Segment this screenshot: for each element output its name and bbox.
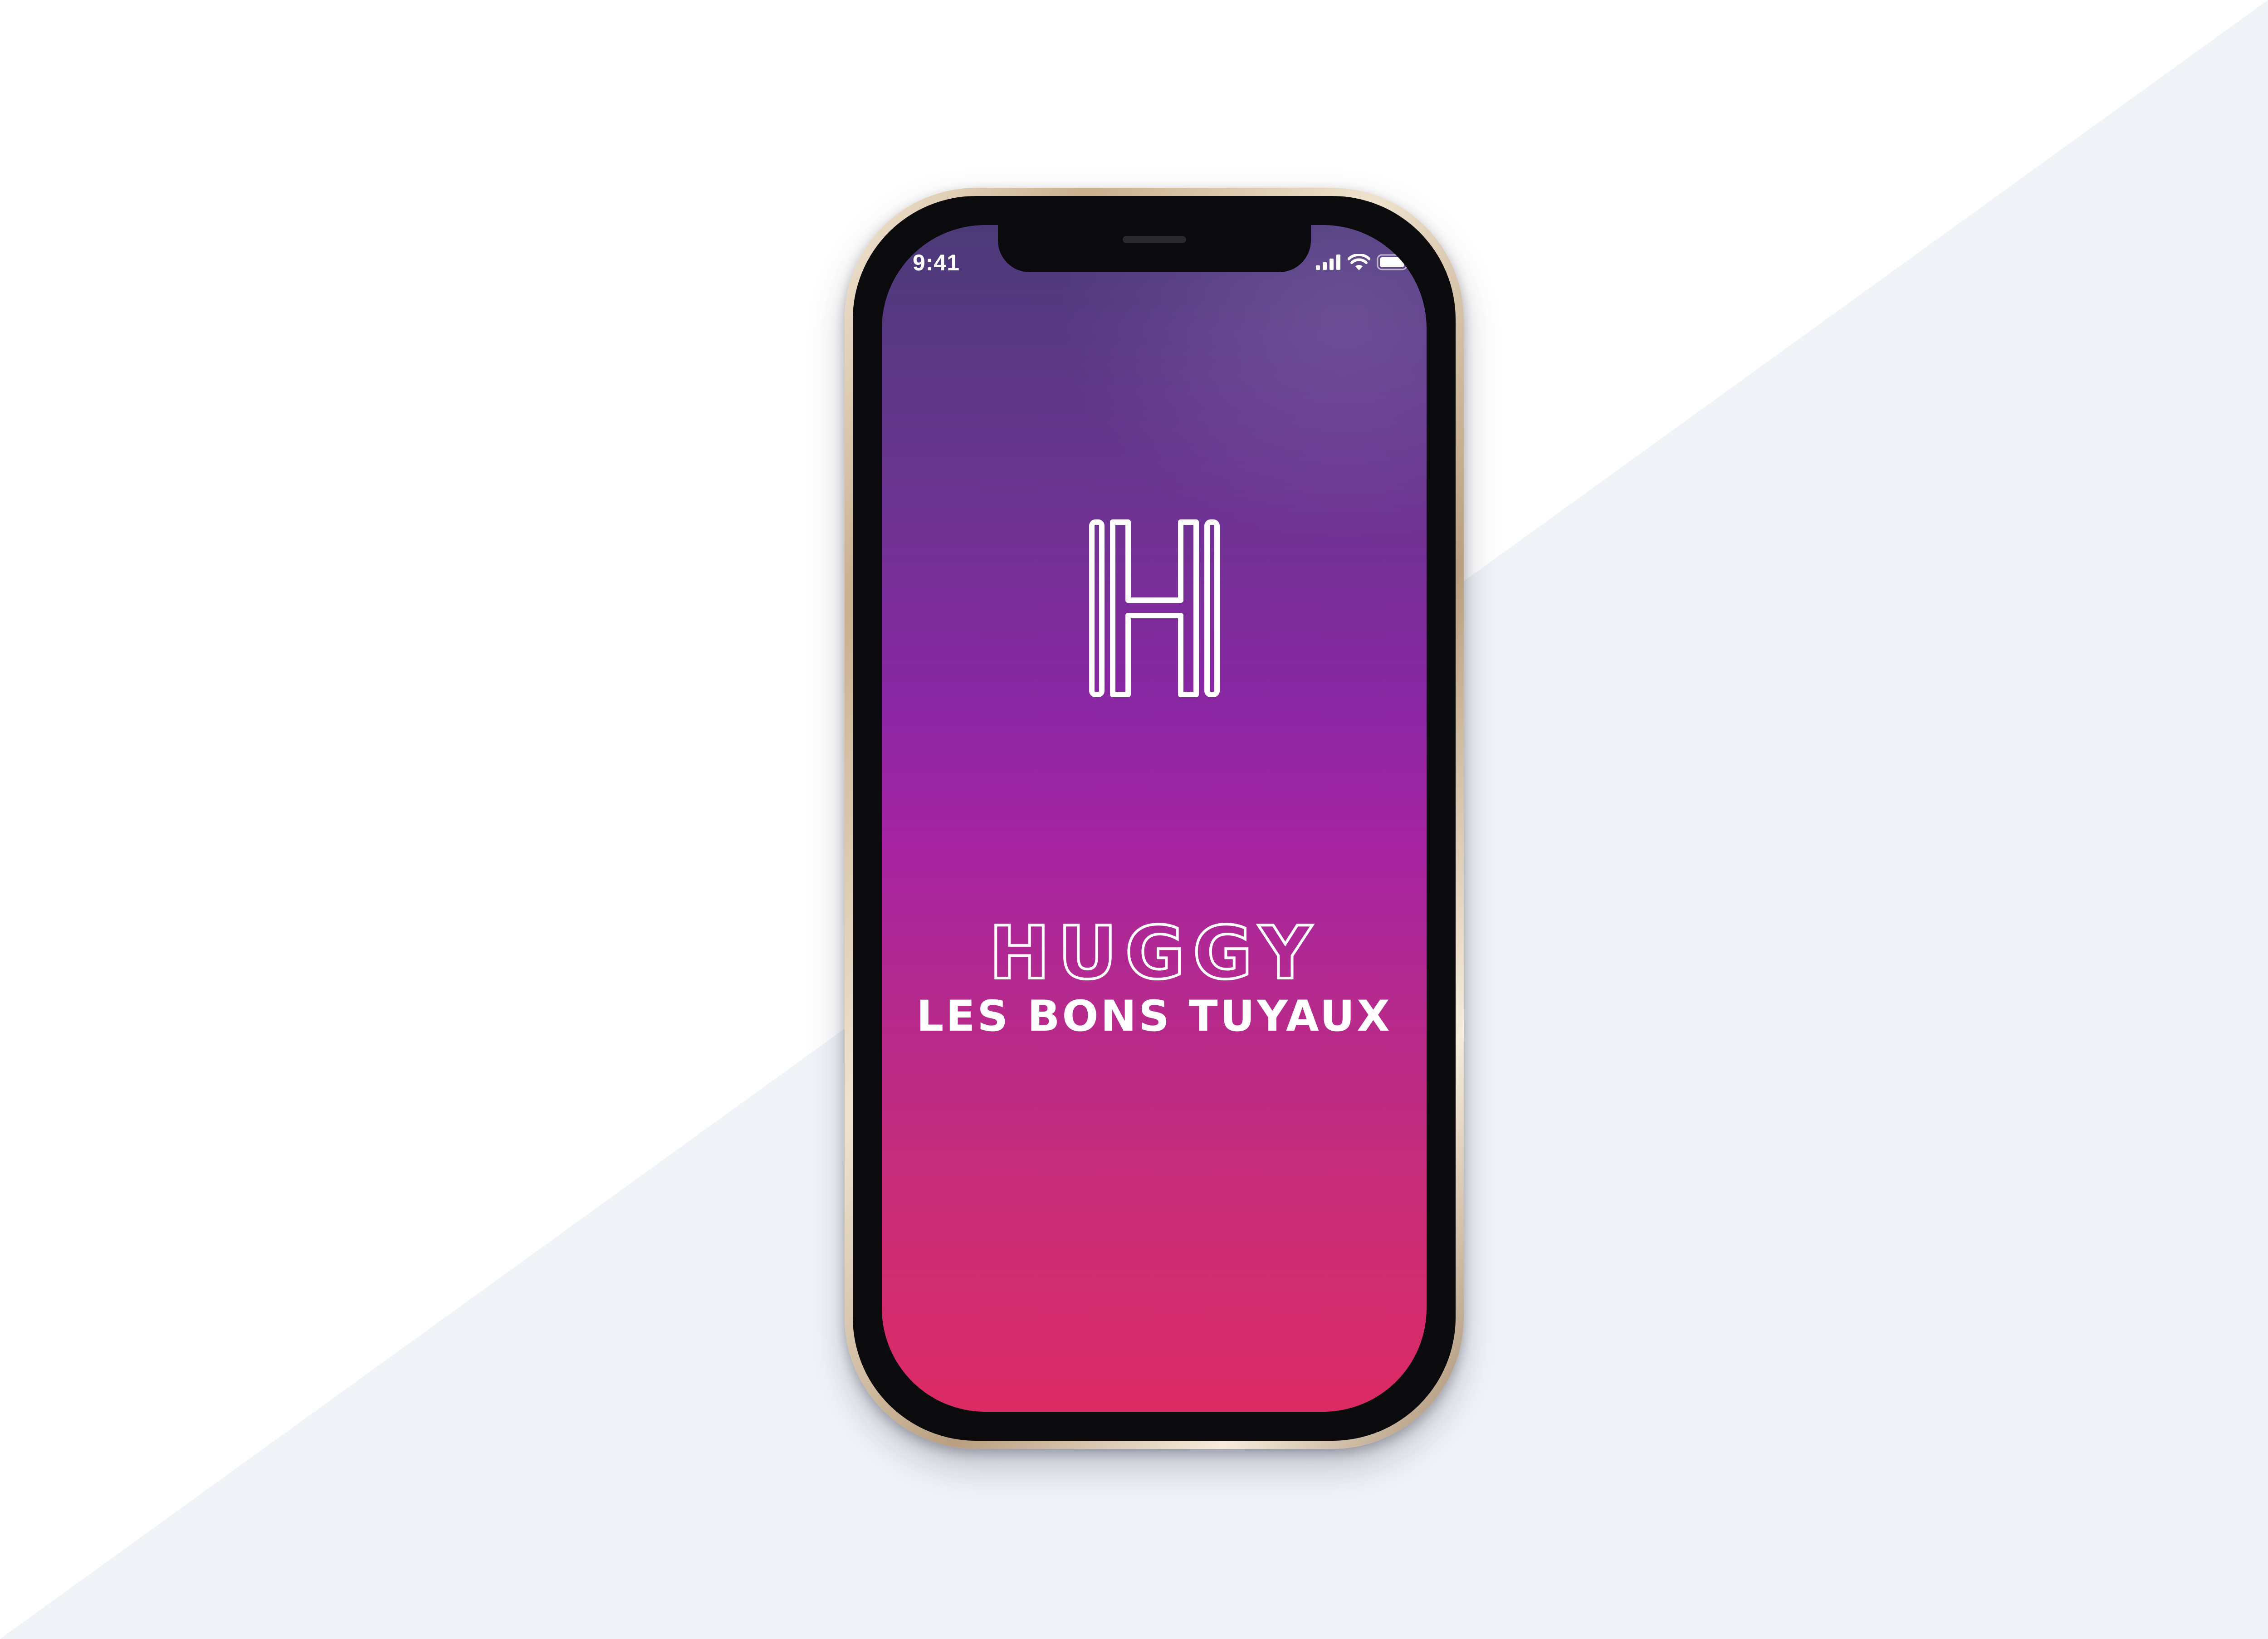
status-bar-icons — [1316, 252, 1411, 272]
brand-name: HUGGY — [882, 909, 1427, 997]
cellular-signal-icon — [1316, 254, 1340, 270]
earpiece-speaker — [1122, 236, 1186, 243]
battery-icon — [1377, 254, 1410, 270]
phone-mockup: 9:41 HUGGY LES BONS TUYAUX — [845, 188, 1464, 1449]
status-bar-time: 9:41 — [912, 250, 960, 275]
phone-notch — [997, 225, 1311, 272]
phone-bezel: 9:41 HUGGY LES BONS TUYAUX — [853, 196, 1456, 1441]
h-letter-logo-icon — [1089, 519, 1220, 697]
app-splash-screen: 9:41 HUGGY LES BONS TUYAUX — [882, 225, 1427, 1412]
brand-name-outline-text: HUGGY — [987, 909, 1320, 997]
tagline: LES BONS TUYAUX — [916, 992, 1392, 1041]
svg-text:HUGGY: HUGGY — [989, 915, 1320, 992]
wifi-icon — [1348, 254, 1370, 270]
